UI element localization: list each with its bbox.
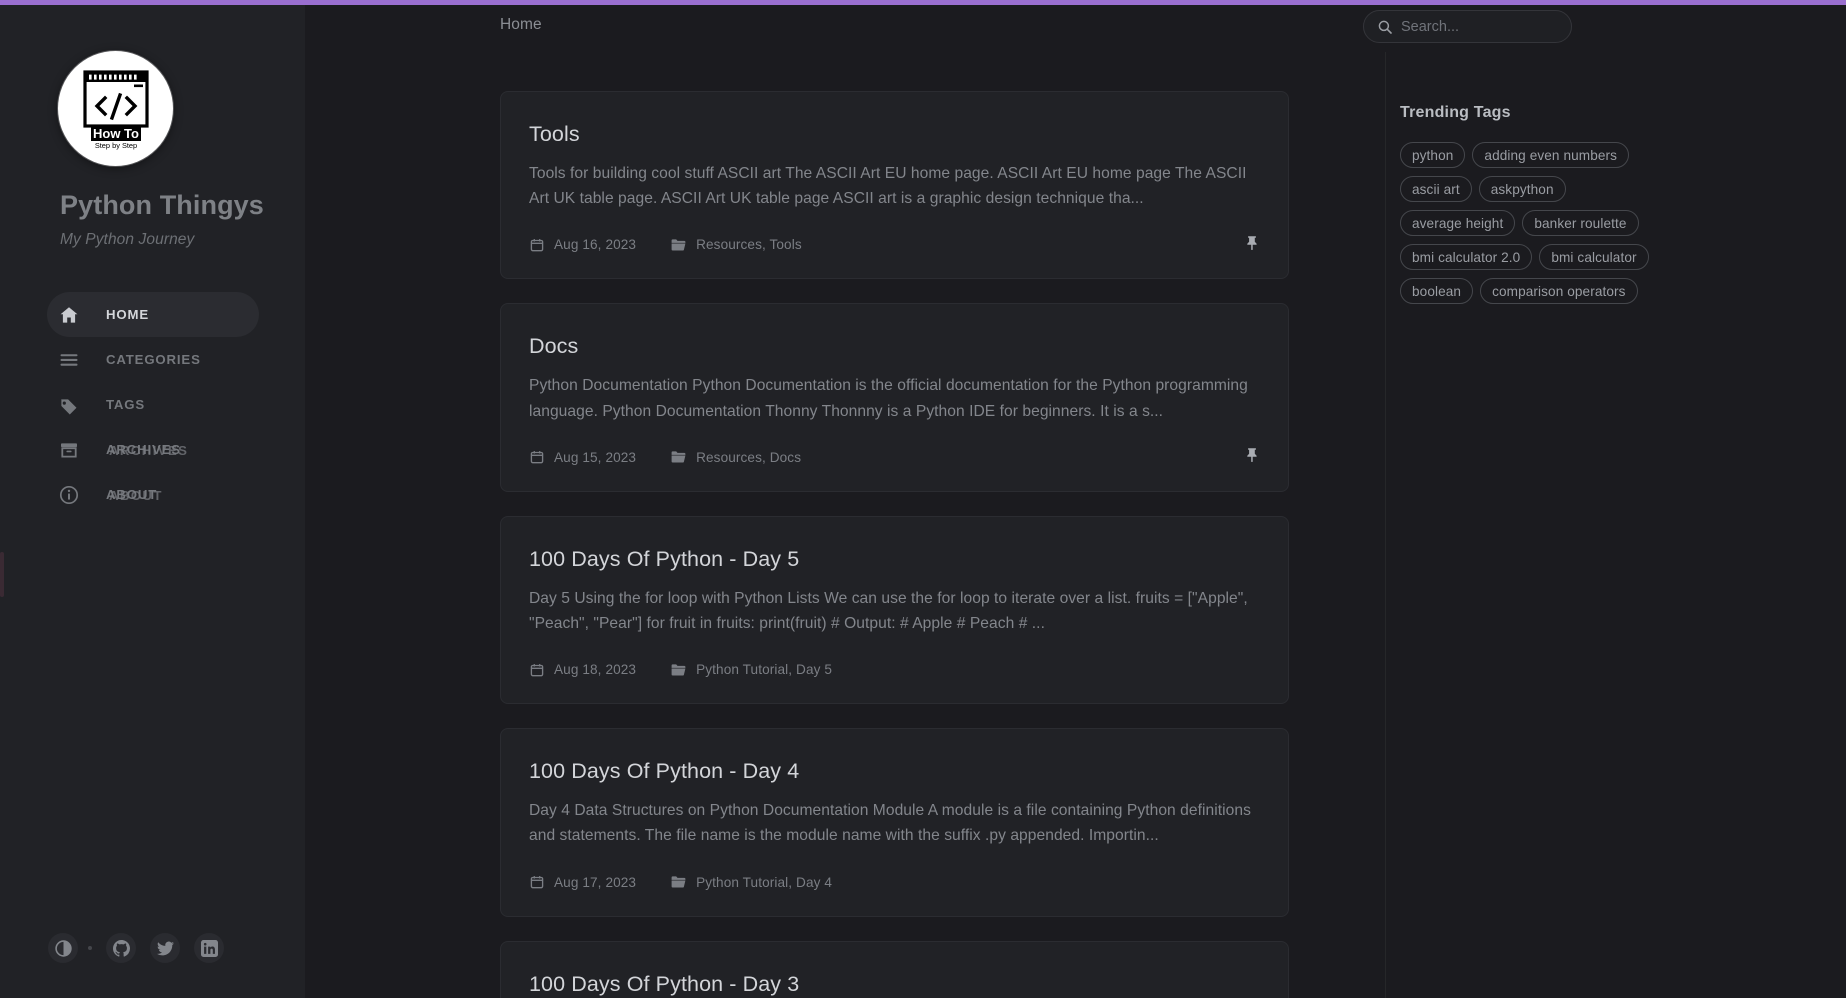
folder-icon bbox=[671, 875, 686, 890]
search-icon bbox=[1377, 19, 1392, 34]
sidebar-item-home[interactable]: HOME bbox=[47, 292, 259, 337]
tag-chip[interactable]: adding even numbers bbox=[1472, 142, 1630, 168]
svg-text:Step by Step: Step by Step bbox=[94, 141, 136, 150]
right-sidebar: Trending Tags python adding even numbers a… bbox=[1385, 52, 1846, 998]
post-excerpt: Tools for building cool stuff ASCII art … bbox=[529, 164, 1247, 208]
post-categories-text: Resources, Docs bbox=[696, 449, 802, 465]
contrast-toggle-icon[interactable] bbox=[48, 933, 78, 963]
tag-chip[interactable]: bmi calculator 2.0 bbox=[1400, 244, 1533, 270]
post-categories-text: Python Tutorial, Day 4 bbox=[696, 874, 833, 890]
post-card[interactable]: 100 Days Of Python - Day 4 Day 4 Data Str… bbox=[500, 728, 1289, 917]
calendar-icon bbox=[529, 662, 544, 677]
post-title[interactable]: 100 Days Of Python - Day 3 bbox=[529, 971, 1255, 998]
tag-chip[interactable]: banker roulette bbox=[1522, 210, 1639, 236]
sidebar: How To Step by Step Python Thingys My Py… bbox=[0, 0, 305, 998]
post-date-text: Aug 15, 2023 bbox=[554, 449, 637, 465]
site-title[interactable]: Python Thingys bbox=[60, 190, 300, 221]
folder-icon bbox=[671, 450, 686, 465]
pin-icon bbox=[1244, 234, 1259, 251]
sidebar-item-label: HOME bbox=[106, 307, 149, 322]
twitter-icon[interactable] bbox=[150, 933, 180, 963]
post-title[interactable]: 100 Days Of Python - Day 5 bbox=[529, 546, 1255, 573]
post-date: Aug 16, 2023 bbox=[529, 237, 636, 252]
sidebar-social-links bbox=[48, 933, 238, 963]
social-separator-dot bbox=[88, 946, 92, 950]
home-icon bbox=[58, 304, 80, 326]
sidebar-nav: HOME CATEGORIES TAGS ARCHIVES ARCHIVES A… bbox=[47, 292, 259, 517]
post-excerpt: Python Documentation Python Documentatio… bbox=[529, 377, 1248, 420]
post-date: Aug 15, 2023 bbox=[529, 450, 636, 465]
post-date-text: Aug 18, 2023 bbox=[554, 662, 637, 678]
search-input[interactable] bbox=[1401, 18, 1561, 35]
main-content: Tools Tools for building cool stuff ASCII… bbox=[305, 52, 1385, 998]
tag-chip[interactable]: boolean bbox=[1400, 278, 1474, 304]
pin-icon bbox=[1244, 447, 1259, 464]
left-edge-scrollbar[interactable] bbox=[0, 552, 4, 597]
trending-tags-list: python adding even numbers ascii art askpyt… bbox=[1400, 142, 1660, 304]
list-icon bbox=[58, 349, 80, 371]
tag-chip[interactable]: comparison operators bbox=[1480, 278, 1638, 304]
tag-chip[interactable]: average height bbox=[1400, 210, 1516, 236]
post-meta: Aug 16, 2023 Resources, Tools bbox=[529, 237, 1255, 252]
sidebar-item-label: TAGS bbox=[106, 397, 146, 412]
post-excerpt: Day 4 Data Structures on Python Document… bbox=[529, 802, 1251, 845]
post-card[interactable]: Docs Python Documentation Python Document… bbox=[500, 303, 1289, 492]
post-title[interactable]: Docs bbox=[529, 333, 1255, 360]
folder-icon bbox=[671, 662, 686, 677]
post-card[interactable]: 100 Days Of Python - Day 3Day 3 Conditio… bbox=[500, 940, 1289, 998]
post-card[interactable]: 100 Days Of Python - Day 5 Day 5 Using th… bbox=[500, 515, 1289, 705]
site-logo-icon: How To Step by Step bbox=[82, 69, 149, 150]
post-meta: Aug 17, 2023 Python Tutorial, Day 4 bbox=[529, 875, 1255, 890]
post-meta: Aug 18, 2023 Python Tutorial, Day 5 bbox=[529, 662, 1255, 677]
avatar[interactable]: How To Step by Step bbox=[58, 51, 173, 166]
page-root: How To Step by Step Python Thingys My Py… bbox=[0, 0, 1846, 998]
site-subtitle: My Python Journey bbox=[60, 231, 195, 248]
post-categories-text: Resources, Tools bbox=[696, 237, 802, 253]
linkedin-icon[interactable] bbox=[194, 933, 224, 963]
post-date-text: Aug 17, 2023 bbox=[554, 874, 637, 890]
tag-chip[interactable]: bmi calculator bbox=[1539, 244, 1649, 270]
post-excerpt: Day 5 Using the for loop with Python Lis… bbox=[529, 589, 1248, 632]
sidebar-item-label: ARCHIVES bbox=[106, 442, 188, 458]
post-title[interactable]: Tools bbox=[529, 121, 1255, 148]
sidebar-item-categories[interactable]: CATEGORIES bbox=[47, 337, 259, 382]
post-date: Aug 18, 2023 bbox=[529, 662, 636, 677]
sidebar-item-label: CATEGORIES bbox=[106, 352, 201, 367]
sidebar-item-label: ABOUT bbox=[106, 487, 163, 503]
post-date-text: Aug 16, 2023 bbox=[554, 237, 637, 253]
calendar-icon bbox=[529, 237, 544, 252]
reading-progress-bar bbox=[0, 0, 1846, 5]
svg-text:How To: How To bbox=[93, 126, 139, 141]
breadcrumb[interactable]: Home bbox=[500, 16, 542, 34]
post-categories[interactable]: Resources, Tools bbox=[671, 237, 802, 252]
post-categories[interactable]: Python Tutorial, Day 5 bbox=[671, 662, 832, 677]
post-categories[interactable]: Python Tutorial, Day 4 bbox=[671, 875, 832, 890]
post-meta: Aug 15, 2023 Resources, Docs bbox=[529, 450, 1255, 465]
post-card[interactable]: Tools Tools for building cool stuff ASCII… bbox=[500, 91, 1289, 280]
tag-chip[interactable]: askpython bbox=[1478, 176, 1566, 202]
topbar: Home bbox=[305, 5, 1846, 52]
post-list: Tools Tools for building cool stuff ASCII… bbox=[305, 52, 1385, 998]
post-categories[interactable]: Resources, Docs bbox=[671, 450, 801, 465]
info-icon bbox=[58, 484, 80, 506]
sidebar-item-tags[interactable]: TAGS bbox=[47, 382, 259, 427]
post-title[interactable]: 100 Days Of Python - Day 4 bbox=[529, 758, 1255, 785]
search-box[interactable] bbox=[1363, 10, 1572, 43]
post-date: Aug 17, 2023 bbox=[529, 875, 636, 890]
trending-tags-title: Trending Tags bbox=[1400, 104, 1511, 121]
tag-chip[interactable]: python bbox=[1400, 142, 1466, 168]
sidebar-item-about[interactable]: ABOUT bbox=[47, 472, 259, 517]
archive-icon bbox=[58, 439, 80, 461]
post-categories-text: Python Tutorial, Day 5 bbox=[696, 662, 833, 678]
tag-icon bbox=[58, 394, 80, 416]
sidebar-item-archives[interactable]: ARCHIVES bbox=[47, 427, 259, 472]
github-icon[interactable] bbox=[106, 933, 136, 963]
calendar-icon bbox=[529, 450, 544, 465]
calendar-icon bbox=[529, 875, 544, 890]
tag-chip[interactable]: ascii art bbox=[1400, 176, 1472, 202]
folder-icon bbox=[671, 237, 686, 252]
